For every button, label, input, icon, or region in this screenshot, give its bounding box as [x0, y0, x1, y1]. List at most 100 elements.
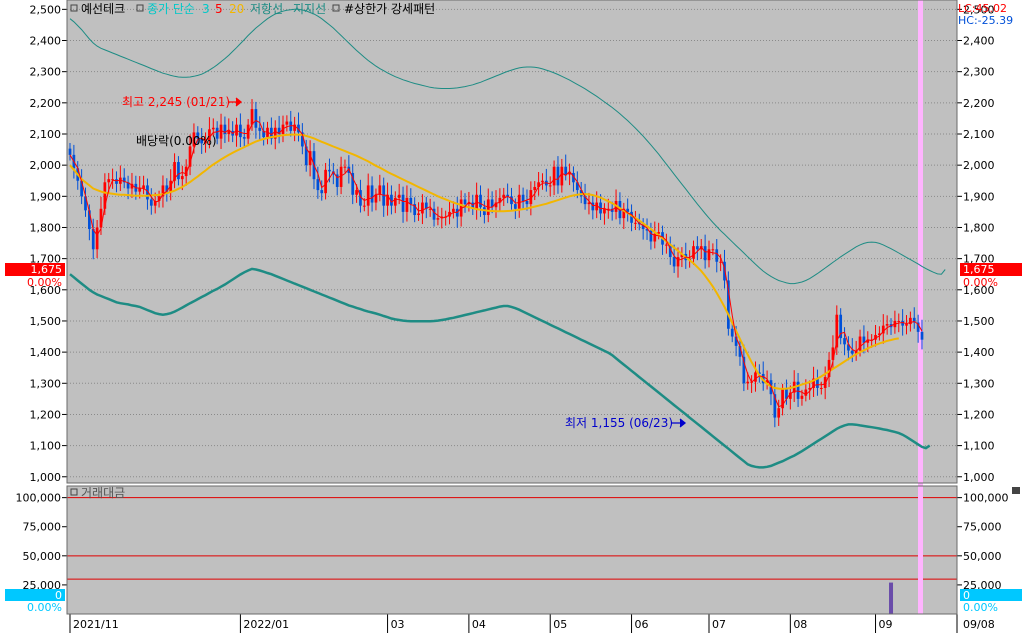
x-tick-label: 07: [712, 618, 726, 631]
candle-body: [777, 408, 781, 418]
candle-body: [180, 176, 184, 180]
candle-body: [91, 229, 95, 250]
candle-body: [819, 387, 823, 389]
dividend-annotation: 배당락(0.00%): [136, 134, 217, 148]
y-tick-label: 1,800: [963, 221, 995, 234]
current-day-highlight: [918, 0, 923, 614]
candle-body: [107, 179, 111, 183]
sub-y-tick-label: 50,000: [963, 550, 1002, 563]
y-tick-label: 2,000: [30, 159, 62, 172]
x-tick-label: 09/08: [963, 618, 995, 631]
low-annotation: 최저 1,155 (06/23): [565, 416, 673, 430]
trading-value-bar: [889, 582, 894, 614]
candle-body: [514, 204, 517, 209]
candle-body: [378, 185, 382, 195]
candle-body: [409, 197, 413, 205]
candle-body: [115, 179, 118, 184]
sub-y-tick-label: 100,000: [16, 492, 62, 505]
current-change-right: 0.00%: [963, 276, 998, 289]
legend-resistance: 저항선: [250, 2, 283, 16]
main-plot-area[interactable]: [67, 0, 957, 483]
candle-body: [355, 190, 358, 195]
candle-body: [417, 213, 420, 216]
candle-body: [533, 186, 537, 191]
hc-readout: HC:-25.39: [958, 14, 1013, 27]
sub-y-tick-label: 100,000: [963, 492, 1009, 505]
candle-body: [320, 190, 324, 194]
y-tick-label: 2,100: [30, 128, 62, 141]
y-tick-label: 1,500: [30, 315, 62, 328]
candle-body: [316, 179, 320, 191]
sub-y-tick-label: 50,000: [23, 550, 62, 563]
y-tick-label: 1,400: [30, 346, 62, 359]
bottom-axis-panel: [0, 614, 1022, 633]
candle-body: [850, 350, 854, 354]
legend-ma-20: 20: [229, 2, 244, 16]
x-tick-label: 06: [635, 618, 649, 631]
x-tick-label: 08: [793, 618, 807, 631]
candle-body: [564, 166, 568, 175]
candle-body: [719, 261, 722, 263]
y-tick-label: 1,900: [963, 190, 995, 203]
candle-body: [703, 246, 707, 261]
y-tick-label: 1,100: [963, 440, 995, 453]
y-tick-label: 1,000: [963, 471, 995, 484]
y-tick-label: 1,900: [30, 190, 62, 203]
candle-body: [239, 124, 242, 138]
candle-body: [285, 121, 289, 125]
candle-body: [405, 197, 409, 212]
y-tick-label: 1,400: [963, 346, 995, 359]
y-tick-label: 2,300: [30, 66, 62, 79]
candle-body: [258, 127, 262, 131]
candle-body: [672, 257, 676, 267]
y-tick-label: 1,000: [30, 471, 62, 484]
y-tick-label: 2,300: [963, 66, 995, 79]
candle-body: [901, 320, 904, 326]
legend-support: 지지선: [293, 2, 326, 16]
candle-body: [324, 169, 327, 194]
candle-body: [521, 194, 525, 201]
candle-body: [211, 127, 215, 130]
candle-body: [149, 199, 153, 206]
candle-body: [552, 166, 556, 186]
candle-body: [343, 166, 347, 168]
legend-ma-3: 3: [202, 2, 210, 16]
sub-panel-title: 거래대금: [81, 486, 125, 500]
sub-plot-area[interactable]: [67, 486, 957, 614]
y-tick-label: 1,300: [30, 377, 62, 390]
high-annotation: 최고 2,245 (01/21): [122, 95, 230, 109]
candle-body: [95, 227, 99, 250]
current-change-left: 0.00%: [27, 276, 62, 289]
candle-body: [796, 381, 800, 399]
y-tick-label: 1,300: [963, 377, 995, 390]
candle-body: [905, 324, 908, 326]
y-tick-label: 1,200: [30, 408, 62, 421]
candle-body: [707, 249, 711, 261]
candle-body: [885, 324, 889, 326]
candle-body: [362, 205, 366, 207]
candle-body: [479, 194, 482, 208]
candle-body: [401, 194, 405, 212]
candle-body: [556, 166, 560, 186]
candle-body: [692, 246, 695, 259]
candle-body: [920, 331, 924, 340]
candle-body: [250, 109, 254, 125]
legend-ma-label: 종가 단순: [147, 2, 195, 16]
candle-body: [525, 200, 529, 205]
candle-body: [800, 395, 804, 399]
candle-body: [242, 137, 246, 139]
current-price-right: 1,675: [963, 263, 995, 276]
legend-pattern: #상한가 강세패턴: [344, 2, 435, 16]
sub-y-tick-label: 75,000: [963, 521, 1002, 534]
x-tick-label: 04: [472, 618, 486, 631]
candle-body: [843, 338, 846, 345]
chart-svg: 2,500 2,5002,400 2,4002,300 2,3002,200 2,200…: [0, 0, 1022, 633]
candle-body: [254, 109, 258, 128]
y-tick-label: 2,400: [963, 35, 995, 48]
y-tick-label: 2,500: [30, 3, 62, 16]
candle-body: [219, 124, 223, 139]
candle-body: [370, 185, 374, 203]
sub-panel-close-icon[interactable]: [1012, 487, 1020, 494]
candle-body: [374, 194, 378, 203]
candle-body: [715, 249, 719, 262]
